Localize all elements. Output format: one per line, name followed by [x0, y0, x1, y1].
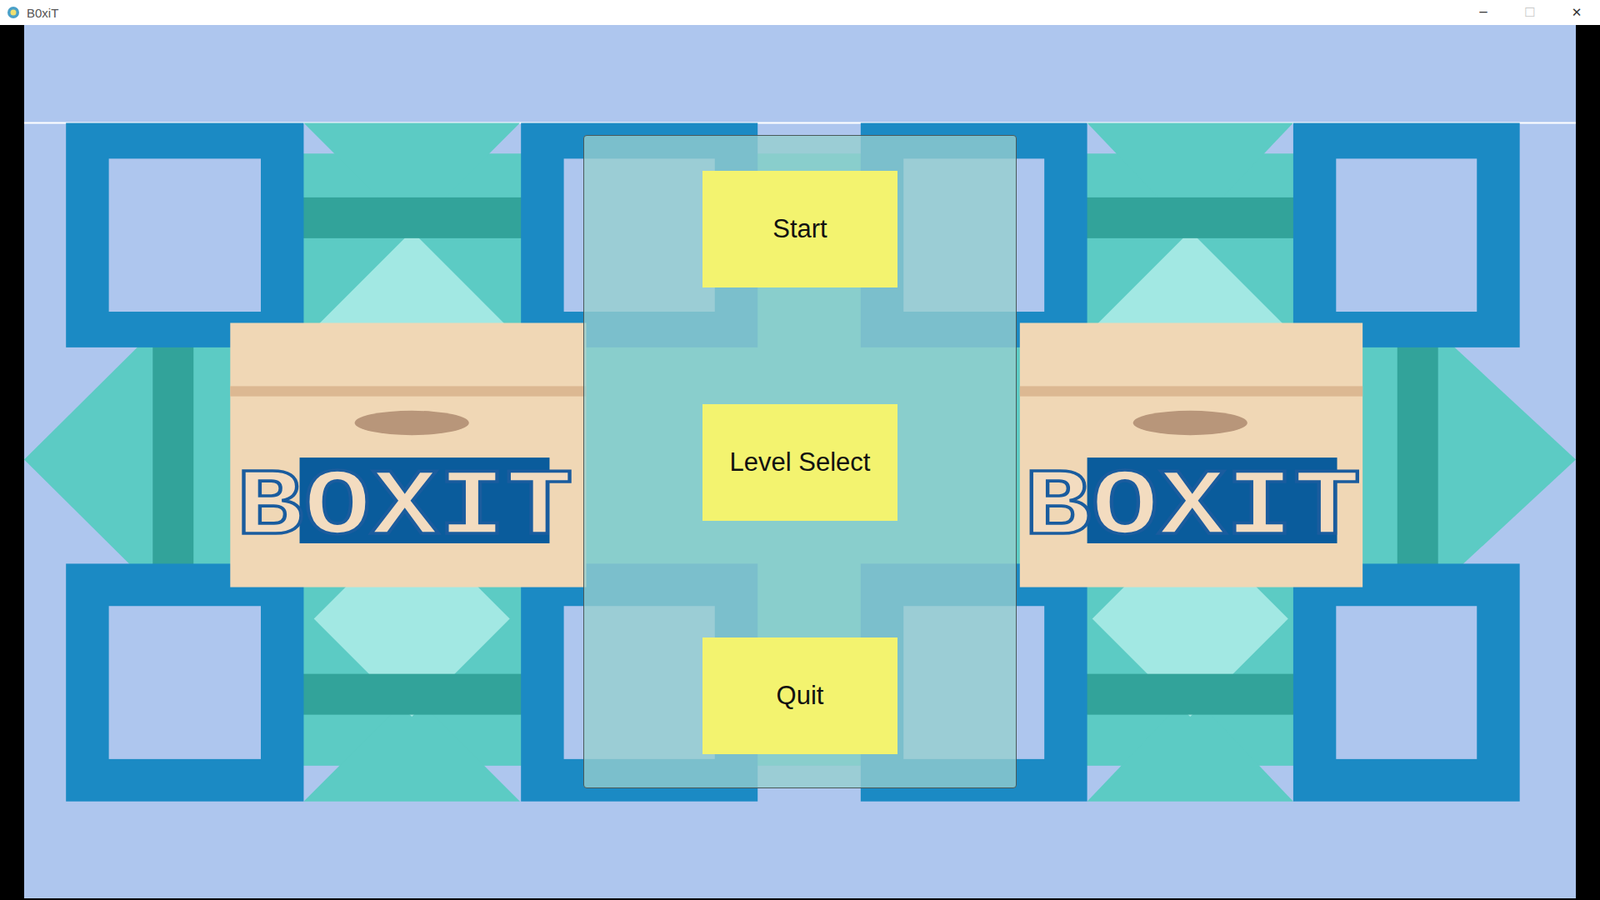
- menu-button[interactable]: Level Select: [702, 404, 898, 521]
- screen: B0xiT ─☐✕ BOXIT BOXIT Start Level Select Quit: [0, 0, 1600, 900]
- svg-text:BOXIT: BOXIT: [236, 455, 574, 562]
- window-title: B0xiT: [26, 5, 59, 20]
- box-picture: [1020, 322, 1363, 587]
- game-frame: BOXIT BOXIT Start Level Select Quit: [0, 25, 1600, 899]
- logo: BOXIT: [1024, 455, 1361, 562]
- window-control[interactable]: ─: [1460, 0, 1507, 25]
- svg-text:BOXIT: BOXIT: [1024, 455, 1361, 562]
- app-gear-icon: [6, 5, 20, 20]
- logo: BOXIT: [236, 455, 574, 562]
- blue-square: [65, 123, 304, 348]
- window-control[interactable]: ✕: [1553, 0, 1600, 25]
- blue-square: [65, 563, 304, 801]
- blue-square: [1293, 563, 1520, 801]
- menu-button[interactable]: Start: [702, 170, 898, 288]
- box-picture: [230, 322, 586, 587]
- blue-square: [1293, 123, 1520, 348]
- game-area: BOXIT BOXIT Start Level Select Quit: [24, 25, 1576, 899]
- window-control: ☐: [1506, 0, 1554, 25]
- left-border: [0, 25, 25, 899]
- title-bar: B0xiT ─☐✕: [0, 0, 1600, 25]
- right-border: [1575, 25, 1600, 899]
- menu-panel: Start Level Select Quit: [583, 135, 1017, 789]
- menu-button[interactable]: Quit: [702, 637, 898, 755]
